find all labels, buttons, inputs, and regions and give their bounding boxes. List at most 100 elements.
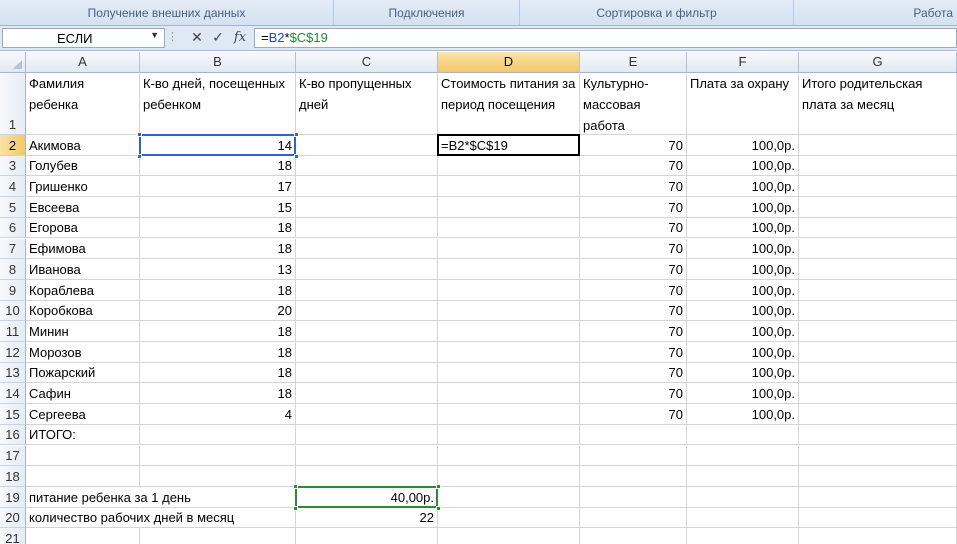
cell-f4[interactable]: 100,0р. xyxy=(687,176,799,198)
chevron-down-icon[interactable]: ▼ xyxy=(150,30,159,40)
row-header-12[interactable]: 12 xyxy=(0,342,26,363)
cell-a1[interactable]: Фамилия ребенка xyxy=(26,73,140,135)
cell-f2[interactable]: 100,0р. xyxy=(687,135,799,156)
row-header-16[interactable]: 16 xyxy=(0,424,26,446)
cell-f18[interactable] xyxy=(687,466,799,487)
cell-e17[interactable] xyxy=(580,445,687,467)
cell-d18[interactable] xyxy=(438,466,580,487)
cell-e7[interactable]: 70 xyxy=(580,238,687,260)
cell-g16[interactable] xyxy=(799,424,957,446)
cell-b18[interactable] xyxy=(140,466,296,487)
cancel-x-icon[interactable]: ✕ xyxy=(187,28,207,48)
cell-a14[interactable]: Сафин xyxy=(26,383,140,405)
cell-c8[interactable] xyxy=(296,259,438,280)
cell-e19[interactable] xyxy=(580,486,687,508)
cell-b6[interactable]: 18 xyxy=(140,217,296,239)
cell-e18[interactable] xyxy=(580,466,687,487)
cell-b10[interactable]: 20 xyxy=(140,300,296,322)
column-header-g[interactable]: G xyxy=(799,52,957,73)
row-header-18[interactable]: 18 xyxy=(0,466,26,487)
cell-a19[interactable]: питание ребенка за 1 день xyxy=(26,487,191,508)
cell-a12[interactable]: Морозов xyxy=(26,342,140,363)
cell-a15[interactable]: Сергеева xyxy=(26,404,140,425)
row-header-1[interactable]: 1 xyxy=(0,73,26,135)
cell-c15[interactable] xyxy=(296,404,438,425)
cell-b3[interactable]: 18 xyxy=(140,155,296,177)
cell-d17[interactable] xyxy=(438,445,580,467)
cell-a3[interactable]: Голубев xyxy=(26,155,140,177)
cell-b4[interactable]: 17 xyxy=(140,176,296,198)
row-header-10[interactable]: 10 xyxy=(0,300,26,322)
cell-e4[interactable]: 70 xyxy=(580,176,687,198)
cell-b17[interactable] xyxy=(140,445,296,467)
cell-g12[interactable] xyxy=(799,342,957,363)
column-header-d[interactable]: D xyxy=(438,52,580,73)
select-all-corner[interactable] xyxy=(0,52,26,73)
cell-c12[interactable] xyxy=(296,342,438,363)
cell-e1[interactable]: Культурно-массовая работа xyxy=(580,73,687,135)
cell-d20[interactable] xyxy=(438,507,580,529)
cell-c5[interactable] xyxy=(296,197,438,218)
row-header-3[interactable]: 3 xyxy=(0,155,26,177)
cell-a5[interactable]: Евсеева xyxy=(26,197,140,218)
cell-b16[interactable] xyxy=(140,424,296,446)
cell-f9[interactable]: 100,0р. xyxy=(687,279,799,301)
row-header-13[interactable]: 13 xyxy=(0,362,26,384)
cell-d6[interactable] xyxy=(438,217,580,239)
cell-f21[interactable] xyxy=(687,528,799,544)
cell-g15[interactable] xyxy=(799,404,957,425)
cell-c18[interactable] xyxy=(296,466,438,487)
cell-e11[interactable]: 70 xyxy=(580,321,687,342)
cell-c2[interactable] xyxy=(296,135,438,156)
cell-e12[interactable]: 70 xyxy=(580,342,687,363)
column-header-c[interactable]: C xyxy=(296,52,438,73)
cell-g2[interactable] xyxy=(799,135,957,156)
cell-a20[interactable]: количество рабочих дней в месяц xyxy=(26,508,234,529)
cell-d13[interactable] xyxy=(438,362,580,384)
cell-g10[interactable] xyxy=(799,300,957,322)
cell-e8[interactable]: 70 xyxy=(580,259,687,280)
cell-c6[interactable] xyxy=(296,217,438,239)
cell-b13[interactable]: 18 xyxy=(140,362,296,384)
cell-c19[interactable]: 40,00р. xyxy=(296,486,438,508)
cell-e5[interactable]: 70 xyxy=(580,197,687,218)
cell-e9[interactable]: 70 xyxy=(580,279,687,301)
row-header-2[interactable]: 2 xyxy=(0,135,26,156)
cell-f14[interactable]: 100,0р. xyxy=(687,383,799,405)
cell-a13[interactable]: Пожарский xyxy=(26,362,140,384)
column-header-b[interactable]: B xyxy=(140,52,296,73)
row-header-5[interactable]: 5 xyxy=(0,197,26,218)
row-header-15[interactable]: 15 xyxy=(0,404,26,425)
cell-b20[interactable] xyxy=(140,507,296,529)
cell-d4[interactable] xyxy=(438,176,580,198)
cell-c11[interactable] xyxy=(296,321,438,342)
cell-d1[interactable]: Стоимость питания за период посещения xyxy=(438,73,580,135)
cell-f7[interactable]: 100,0р. xyxy=(687,238,799,260)
row-header-8[interactable]: 8 xyxy=(0,259,26,280)
cell-d12[interactable] xyxy=(438,342,580,363)
cell-c16[interactable] xyxy=(296,424,438,446)
cell-b11[interactable]: 18 xyxy=(140,321,296,342)
cell-g3[interactable] xyxy=(799,155,957,177)
resize-handle-icon[interactable]: ⋮ xyxy=(167,30,181,46)
cell-g13[interactable] xyxy=(799,362,957,384)
cell-b1[interactable]: К-во дней, посещенных ребенком xyxy=(140,73,296,135)
cell-d19[interactable] xyxy=(438,486,580,508)
cell-e2[interactable]: 70 xyxy=(580,135,687,156)
row-header-9[interactable]: 9 xyxy=(0,279,26,301)
cell-a2[interactable]: Акимова xyxy=(26,135,140,156)
cell-a4[interactable]: Гришенко xyxy=(26,176,140,198)
cell-c21[interactable] xyxy=(296,528,438,544)
cell-c13[interactable] xyxy=(296,362,438,384)
cell-b12[interactable]: 18 xyxy=(140,342,296,363)
row-header-4[interactable]: 4 xyxy=(0,176,26,198)
row-header-11[interactable]: 11 xyxy=(0,321,26,342)
cell-e14[interactable]: 70 xyxy=(580,383,687,405)
cell-c20[interactable]: 22 xyxy=(296,507,438,529)
cell-d7[interactable] xyxy=(438,238,580,260)
cell-d5[interactable] xyxy=(438,197,580,218)
cell-g7[interactable] xyxy=(799,238,957,260)
cell-c3[interactable] xyxy=(296,155,438,177)
cell-f20[interactable] xyxy=(687,507,799,529)
cell-e3[interactable]: 70 xyxy=(580,155,687,177)
